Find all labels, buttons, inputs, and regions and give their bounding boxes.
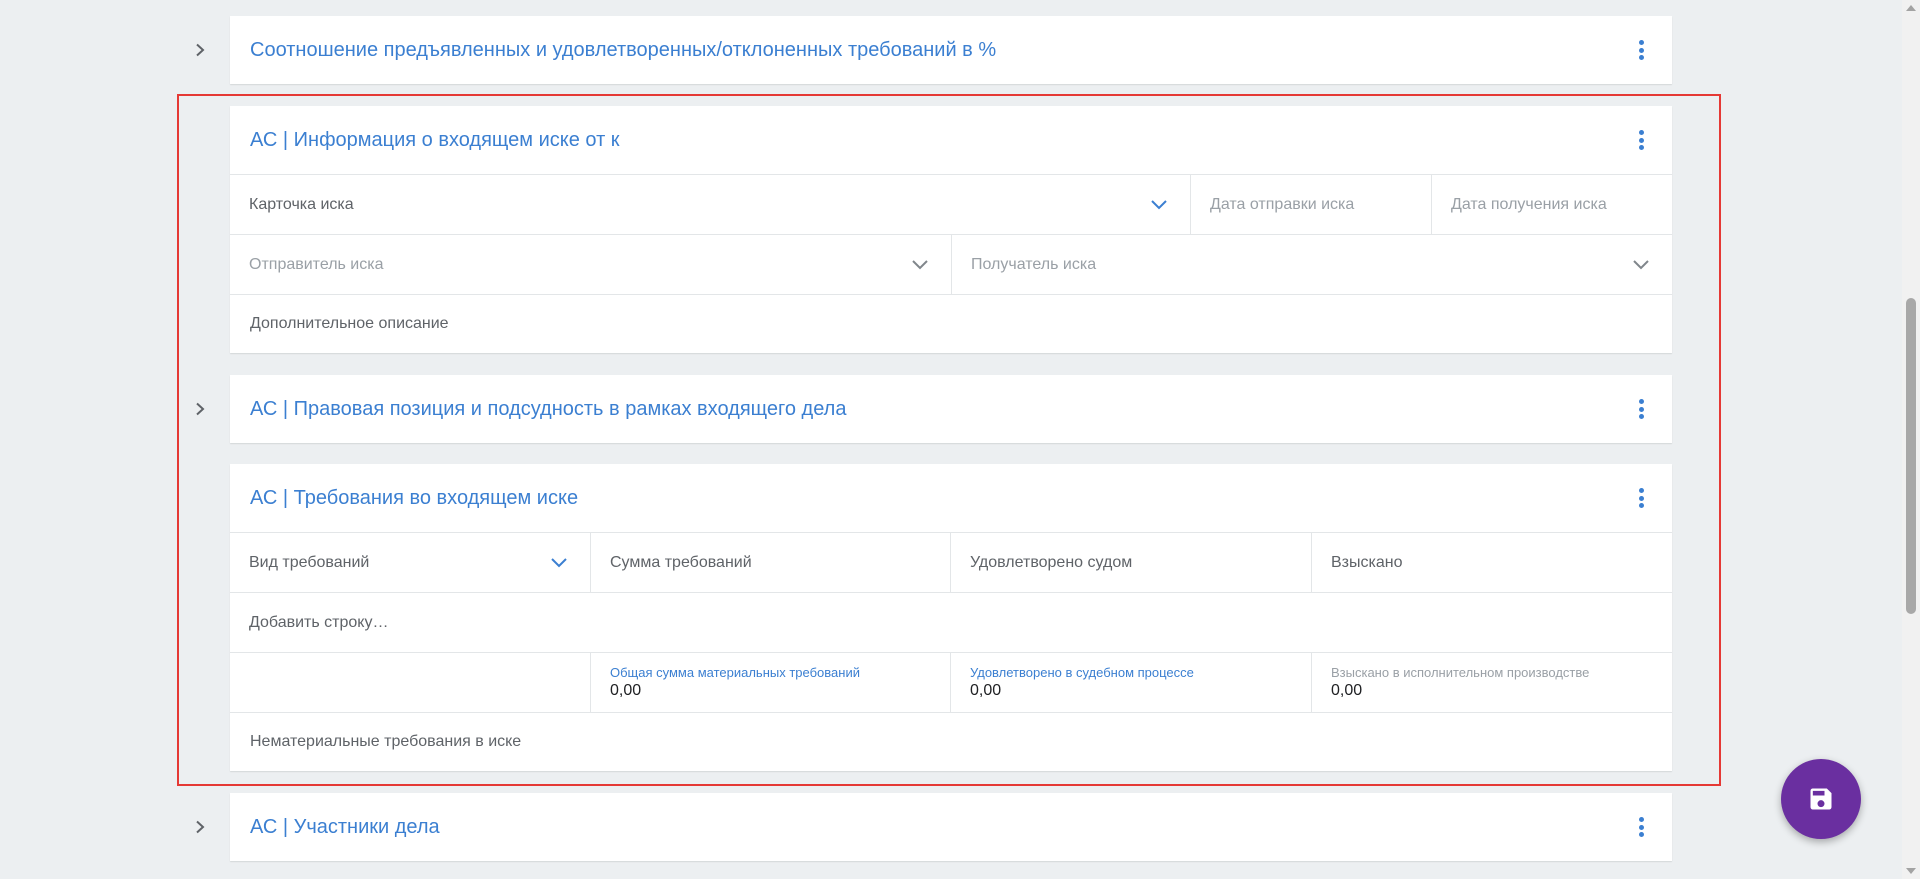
scroll-up-arrow-icon[interactable] [1906, 5, 1916, 11]
receive-date-field[interactable]: Дата получения иска [1431, 175, 1672, 234]
receiver-placeholder: Получатель иска [971, 255, 1097, 273]
total-collected-value: 0,00 [1331, 681, 1363, 699]
section-claim-info: АС | Информация о входящем иске от к Кар… [230, 106, 1672, 353]
section-claim-info-header: АС | Информация о входящем иске от к [230, 106, 1672, 174]
section-legal-position-menu-icon[interactable] [1634, 397, 1648, 421]
receive-date-placeholder: Дата получения иска [1451, 195, 1607, 213]
section-ratio: Соотношение предъявленных и удовлетворен… [230, 16, 1672, 84]
expand-ratio-chevron-right-icon[interactable] [193, 43, 207, 57]
claim-card-select-value: Карточка иска [249, 195, 354, 213]
expand-legal-position-chevron-right-icon[interactable] [193, 402, 207, 416]
send-date-field[interactable]: Дата отправки иска [1190, 175, 1431, 234]
add-row-label: Добавить строку… [249, 613, 389, 631]
section-participants-header[interactable]: АС | Участники дела [230, 793, 1672, 861]
total-collected-enforcement: Взыскано в исполнительном производстве 0… [1311, 653, 1672, 712]
section-claim-info-menu-icon[interactable] [1634, 128, 1648, 152]
section-participants-title: АС | Участники дела [250, 815, 440, 838]
scroll-down-arrow-icon[interactable] [1906, 868, 1916, 874]
section-legal-position-header[interactable]: АС | Правовая позиция и подсудность в ра… [230, 375, 1672, 443]
collected-label: Взыскано [1331, 553, 1403, 571]
sender-chevron-down-icon [912, 259, 928, 269]
section-ratio-title: Соотношение предъявленных и удовлетворен… [250, 38, 997, 61]
section-legal-position-title: АС | Правовая позиция и подсудность в ра… [250, 397, 847, 420]
section-claim-info-title: АС | Информация о входящем иске от к [250, 128, 620, 151]
section-ratio-menu-icon[interactable] [1634, 38, 1648, 62]
requirements-totals-row: Общая сумма материальных требований 0,00… [230, 652, 1672, 712]
total-material-requirements: Общая сумма материальных требований 0,00 [590, 653, 950, 712]
claim-info-row-1: Карточка иска Дата отправки иска Дата по… [230, 174, 1672, 234]
totals-empty-cell [230, 653, 590, 712]
additional-description-field[interactable]: Дополнительное описание [230, 295, 1672, 353]
total-satisfied-value: 0,00 [970, 681, 1002, 699]
receiver-chevron-down-icon [1633, 259, 1649, 269]
collected-column[interactable]: Взыскано [1311, 533, 1672, 592]
additional-description-label: Дополнительное описание [250, 315, 449, 332]
requirement-type-label: Вид требований [249, 553, 370, 571]
section-legal-position: АС | Правовая позиция и подсудность в ра… [230, 375, 1672, 443]
page: Соотношение предъявленных и удовлетворен… [0, 0, 1920, 879]
non-material-requirements-field[interactable]: Нематериальные требования в иске [230, 713, 1672, 771]
claim-card-select[interactable]: Карточка иска [230, 175, 1190, 234]
scrollbar-thumb[interactable] [1906, 298, 1916, 614]
expand-participants-chevron-right-icon[interactable] [193, 820, 207, 834]
claim-card-chevron-down-icon [1151, 199, 1167, 209]
section-ratio-header[interactable]: Соотношение предъявленных и удовлетворен… [230, 16, 1672, 84]
send-date-placeholder: Дата отправки иска [1210, 195, 1355, 213]
claim-info-row-3: Дополнительное описание [230, 294, 1672, 353]
requirement-type-chevron-down-icon [551, 557, 567, 567]
vertical-scrollbar[interactable] [1902, 0, 1920, 879]
floppy-disk-icon [1810, 788, 1832, 810]
non-material-requirements-label: Нематериальные требования в иске [250, 733, 522, 750]
section-requirements-menu-icon[interactable] [1634, 486, 1648, 510]
sender-placeholder: Отправитель иска [249, 255, 384, 273]
total-satisfied-label: Удовлетворено в судебном процессе [970, 664, 1194, 680]
total-material-value: 0,00 [610, 681, 642, 699]
requirements-add-row: Добавить строку… [230, 592, 1672, 652]
receiver-select[interactable]: Получатель иска [951, 235, 1672, 294]
section-participants: АС | Участники дела [230, 793, 1672, 861]
total-material-label: Общая сумма материальных требований [610, 664, 860, 680]
requirements-non-material-row: Нематериальные требования в иске [230, 712, 1672, 771]
sender-select[interactable]: Отправитель иска [230, 235, 951, 294]
save-button[interactable] [1781, 759, 1861, 839]
add-row-button[interactable]: Добавить строку… [230, 593, 1672, 652]
total-collected-label: Взыскано в исполнительном производстве [1331, 664, 1590, 680]
section-requirements: АС | Требования во входящем иске Вид тре… [230, 464, 1672, 771]
satisfied-by-court-label: Удовлетворено судом [970, 553, 1133, 571]
requirement-type-select[interactable]: Вид требований [230, 533, 590, 592]
claim-info-row-2: Отправитель иска Получатель иска [230, 234, 1672, 294]
section-requirements-title: АС | Требования во входящем иске [250, 486, 579, 509]
section-participants-menu-icon[interactable] [1634, 815, 1648, 839]
total-satisfied-in-court: Удовлетворено в судебном процессе 0,00 [950, 653, 1311, 712]
requirement-amount-column[interactable]: Сумма требований [590, 533, 950, 592]
requirements-header-row: Вид требований Сумма требований Удовлетв… [230, 532, 1672, 592]
section-requirements-header: АС | Требования во входящем иске [230, 464, 1672, 532]
requirement-amount-label: Сумма требований [610, 553, 752, 571]
satisfied-by-court-column[interactable]: Удовлетворено судом [950, 533, 1311, 592]
